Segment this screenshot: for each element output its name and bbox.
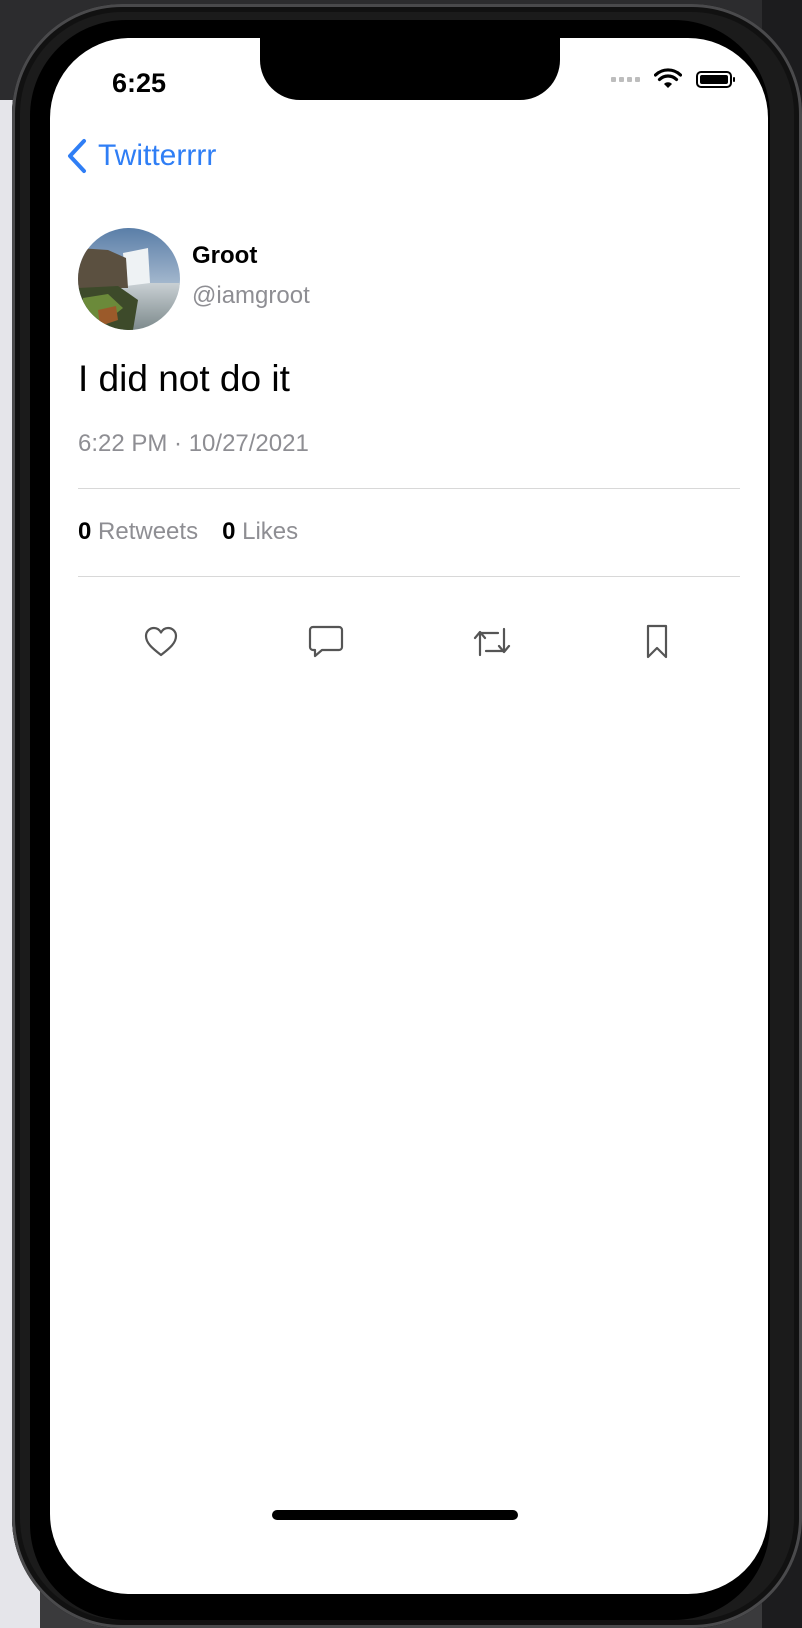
home-indicator[interactable]: [272, 1510, 518, 1520]
retweets-count: 0: [78, 518, 92, 545]
tweet-timestamp: 6:22 PM · 10/27/2021: [78, 430, 309, 457]
likes-stat[interactable]: 0 Likes: [222, 518, 298, 546]
author-name: Groot: [192, 242, 258, 269]
retweet-icon: [473, 627, 510, 657]
avatar-waterfall-image: [78, 228, 180, 330]
wifi-icon: [654, 68, 682, 88]
notch: [260, 38, 560, 100]
tweet-stats: 0 Retweets 0 Likes: [78, 518, 298, 546]
phone-screen: 6:25 Twitterrrr Groot @iamgroot I did no…: [50, 38, 768, 1594]
retweet-button[interactable]: [468, 618, 516, 666]
comment-icon: [309, 625, 344, 658]
back-button[interactable]: Twitterrrr: [66, 138, 216, 174]
bookmark-icon: [647, 624, 668, 659]
chevron-left-icon: [68, 139, 86, 173]
status-icons: [611, 68, 735, 90]
retweets-label: Retweets: [98, 518, 199, 545]
divider: [78, 488, 740, 489]
avatar[interactable]: [78, 228, 180, 330]
comment-button[interactable]: [302, 618, 350, 666]
heart-icon: [144, 626, 177, 657]
divider: [78, 576, 740, 577]
status-time: 6:25: [112, 68, 167, 98]
retweets-stat[interactable]: 0 Retweets: [78, 518, 198, 546]
tweet-text: I did not do it: [78, 358, 290, 399]
battery-icon: [696, 70, 735, 88]
bookmark-button[interactable]: [633, 618, 681, 666]
likes-label: Likes: [242, 518, 299, 545]
likes-count: 0: [222, 518, 236, 545]
author-handle: @iamgroot: [192, 282, 310, 309]
back-button-label: Twitterrrr: [98, 139, 217, 172]
tweet-actions: [78, 618, 740, 666]
cellular-signal-icon: [611, 76, 640, 82]
like-button[interactable]: [137, 618, 185, 666]
